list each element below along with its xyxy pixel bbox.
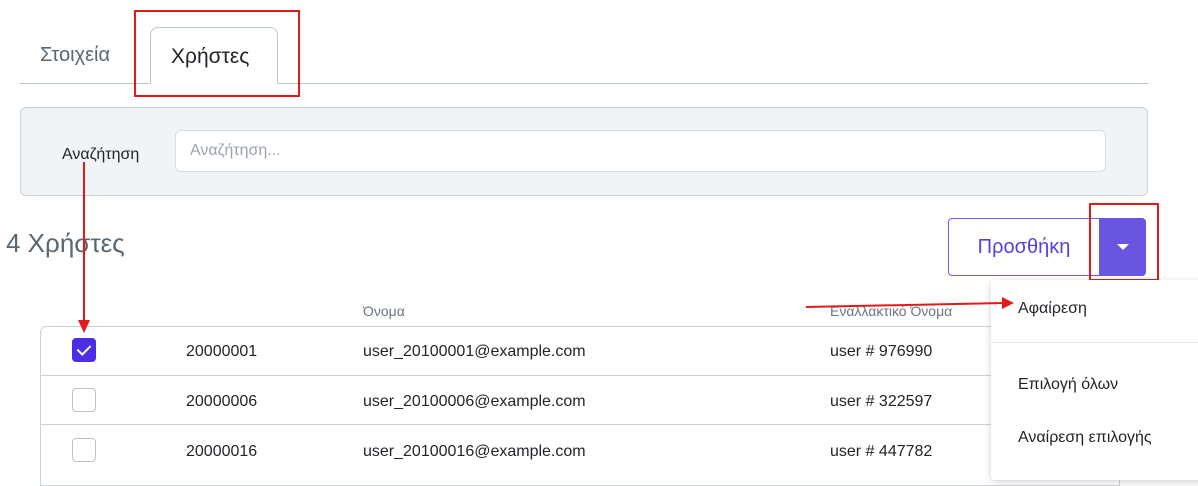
annotation-arrows bbox=[78, 162, 1014, 333]
arrow-to-remove-icon bbox=[805, 297, 1014, 309]
arrow-to-checkbox-icon bbox=[78, 162, 90, 333]
